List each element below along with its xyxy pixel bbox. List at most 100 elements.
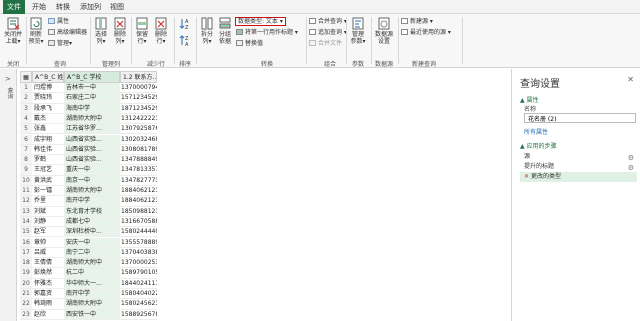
cell-school[interactable]: 东北育才学校 xyxy=(64,206,120,217)
table-row[interactable]: 15赵军深圳杜桥中...15802444409 xyxy=(20,227,157,238)
cell-school[interactable]: 南宁二中 xyxy=(64,247,120,259)
cell-contact[interactable]: 13704038383 xyxy=(120,248,157,259)
cell-school[interactable]: 南开中学 xyxy=(64,289,120,300)
cell-school[interactable]: 安庆一中 xyxy=(64,237,120,248)
all-properties-link[interactable]: 所有属性 xyxy=(524,127,548,136)
cell-contact[interactable]: 18440241111 xyxy=(120,279,157,289)
table-row[interactable]: 10黄洪武南京一中13478277733 xyxy=(20,175,157,186)
cell-contact[interactable]: 13079258765 xyxy=(120,124,157,135)
remove-columns-button[interactable]: 删除 列▾ xyxy=(112,17,128,45)
table-row[interactable]: 14刘静成都七中13166705888 xyxy=(20,216,157,228)
manage-button[interactable]: 管理▾ xyxy=(48,40,72,47)
properties-button[interactable]: 属性 xyxy=(48,18,69,25)
cell-school[interactable]: 西安铁一中 xyxy=(64,309,120,320)
keep-rows-button[interactable]: 保留 行▾ xyxy=(134,17,150,45)
cell-contact[interactable]: 15889256789 xyxy=(120,310,157,320)
close-and-load-button[interactable]: 关闭并 上载▾ xyxy=(2,17,24,45)
data-type-dropdown[interactable]: 数据类型: 文本 ▾ xyxy=(235,17,286,26)
cell-contact[interactable]: 15712345298 xyxy=(120,93,157,104)
column-header-contact[interactable]: 1.2 联系方... xyxy=(120,71,157,83)
cell-school[interactable]: 山西省实验... xyxy=(64,144,120,156)
cell-name[interactable]: 罗鹤 xyxy=(32,155,64,166)
advanced-editor-button[interactable]: 高级编辑器 xyxy=(48,29,87,36)
table-row[interactable]: 6成宇翔山西省实验...13020324680 xyxy=(20,134,157,145)
replace-values-button[interactable]: 替换值 xyxy=(236,40,263,47)
column-header-name[interactable]: A^B_C 姓名 xyxy=(32,71,64,83)
cell-name[interactable]: 成宇翔 xyxy=(32,135,64,145)
cell-contact[interactable]: 13700007948 xyxy=(120,83,157,94)
cell-name[interactable]: 刘斌 xyxy=(32,207,64,217)
sort-ascending-button[interactable]: AZ xyxy=(178,17,192,31)
table-row[interactable]: 22韩琦雨湖南师大附中15802456234 xyxy=(20,299,157,310)
data-source-settings-button[interactable]: 数据源 设置 xyxy=(374,17,394,45)
cell-school[interactable]: 湖南师大附中 xyxy=(64,299,120,310)
cell-school[interactable]: 山西省实验... xyxy=(64,155,120,166)
choose-columns-button[interactable]: 选择 列▾ xyxy=(93,17,109,45)
cell-contact[interactable]: 15804040228 xyxy=(120,289,157,300)
remove-rows-button[interactable]: 删除 行▾ xyxy=(153,17,169,45)
table-row[interactable]: 4戴杰湖南师大附中13124222234 xyxy=(20,113,157,125)
menu-transform[interactable]: 转换 xyxy=(52,0,74,14)
menu-file[interactable]: 文件 xyxy=(3,0,25,14)
queries-pane[interactable]: > 查询 xyxy=(0,69,17,321)
merge-queries-button[interactable]: 合并查询 ▾ xyxy=(309,18,347,25)
cell-school[interactable]: 湖南师大附中 xyxy=(64,258,120,269)
expand-chevron-icon[interactable]: > xyxy=(5,75,11,83)
table-row[interactable]: 1闫煜博吉林市一中13700007948 xyxy=(20,83,157,94)
cell-contact[interactable]: 18840621234 xyxy=(120,196,157,207)
delete-step-icon[interactable]: ✕ xyxy=(524,173,529,180)
combine-files-button[interactable]: 合并文件 xyxy=(309,40,342,47)
step-source[interactable]: 源 ⚙ xyxy=(520,152,637,162)
menu-view[interactable]: 视图 xyxy=(106,0,128,14)
table-menu-icon[interactable]: ▦ xyxy=(20,71,32,83)
cell-contact[interactable]: 13478277733 xyxy=(120,176,157,186)
cell-contact[interactable]: 18509881234 xyxy=(120,207,157,217)
cell-name[interactable]: 闫煜博 xyxy=(32,83,64,94)
group-by-button[interactable]: 分组 依据 xyxy=(217,17,233,45)
close-icon[interactable]: ✕ xyxy=(627,75,634,84)
cell-school[interactable]: 南开中学 xyxy=(64,196,120,207)
cell-school[interactable]: 海南中学 xyxy=(64,103,120,114)
cell-school[interactable]: 华中师大一... xyxy=(64,278,120,289)
data-grid[interactable]: ▦ A^B_C 姓名 A^B_C 学校 1.2 联系方... 1闫煜博吉林市一中… xyxy=(20,71,157,321)
applied-steps-header[interactable]: ▲ 应用的步骤 xyxy=(520,141,557,150)
query-name-input[interactable] xyxy=(524,113,636,123)
cell-name[interactable]: 彭一镭 xyxy=(32,186,64,197)
append-queries-button[interactable]: 追加查询 ▾ xyxy=(309,29,347,36)
first-row-header-button[interactable]: 将第一行用作标题 ▾ xyxy=(236,29,298,36)
cell-name[interactable]: 乔里 xyxy=(32,196,64,207)
table-row[interactable]: 9王冠艺重庆一中13478133577 xyxy=(20,165,157,176)
table-row[interactable]: 5张鑫江苏省华罗...13079258765 xyxy=(20,124,157,135)
table-row[interactable]: 11彭一镭湖南师大附中18840621234 xyxy=(20,186,157,197)
cell-contact[interactable]: 18712345290 xyxy=(120,104,157,114)
cell-contact[interactable]: 13700002531 xyxy=(120,258,157,269)
cell-contact[interactable]: 13478133577 xyxy=(120,165,157,176)
cell-name[interactable]: 戴杰 xyxy=(32,114,64,125)
cell-name[interactable]: 韩佳伟 xyxy=(32,145,64,156)
cell-school[interactable]: 重庆一中 xyxy=(64,165,120,176)
table-row[interactable]: 23赵欣西安铁一中15889256789 xyxy=(20,309,157,320)
properties-section-header[interactable]: ▲ 属性 xyxy=(520,95,539,104)
cell-school[interactable]: 山西省实验... xyxy=(64,134,120,145)
column-header-school[interactable]: A^B_C 学校 xyxy=(64,71,120,83)
cell-contact[interactable]: 15802444409 xyxy=(120,227,157,238)
table-row[interactable]: 18王倩倩湖南师大附中13700002531 xyxy=(20,258,157,269)
table-row[interactable]: 7韩佳伟山西省实验...13080817890 xyxy=(20,144,157,156)
cell-name[interactable]: 郭嘉资 xyxy=(32,289,64,300)
cell-name[interactable]: 黄洪武 xyxy=(32,176,64,186)
cell-name[interactable]: 章帅 xyxy=(32,238,64,248)
cell-name[interactable]: 刘静 xyxy=(32,217,64,228)
table-row[interactable]: 12乔里南开中学18840621234 xyxy=(20,196,157,207)
cell-contact[interactable]: 18840621234 xyxy=(120,186,157,197)
cell-name[interactable]: 王冠艺 xyxy=(32,165,64,176)
table-row[interactable]: 3段承飞海南中学18712345290 xyxy=(20,103,157,114)
cell-name[interactable]: 怀雅杰 xyxy=(32,279,64,289)
cell-name[interactable]: 赵军 xyxy=(32,227,64,238)
cell-contact[interactable]: 13478888495 xyxy=(120,155,157,166)
cell-name[interactable]: 贾晓玮 xyxy=(32,93,64,104)
table-row[interactable]: 21郭嘉资南开中学15804040228 xyxy=(20,289,157,300)
cell-name[interactable]: 赵欣 xyxy=(32,310,64,320)
cell-school[interactable]: 湖南师大附中 xyxy=(64,186,120,197)
cell-school[interactable]: 江苏省华罗... xyxy=(64,124,120,135)
cell-contact[interactable]: 13124222234 xyxy=(120,114,157,125)
